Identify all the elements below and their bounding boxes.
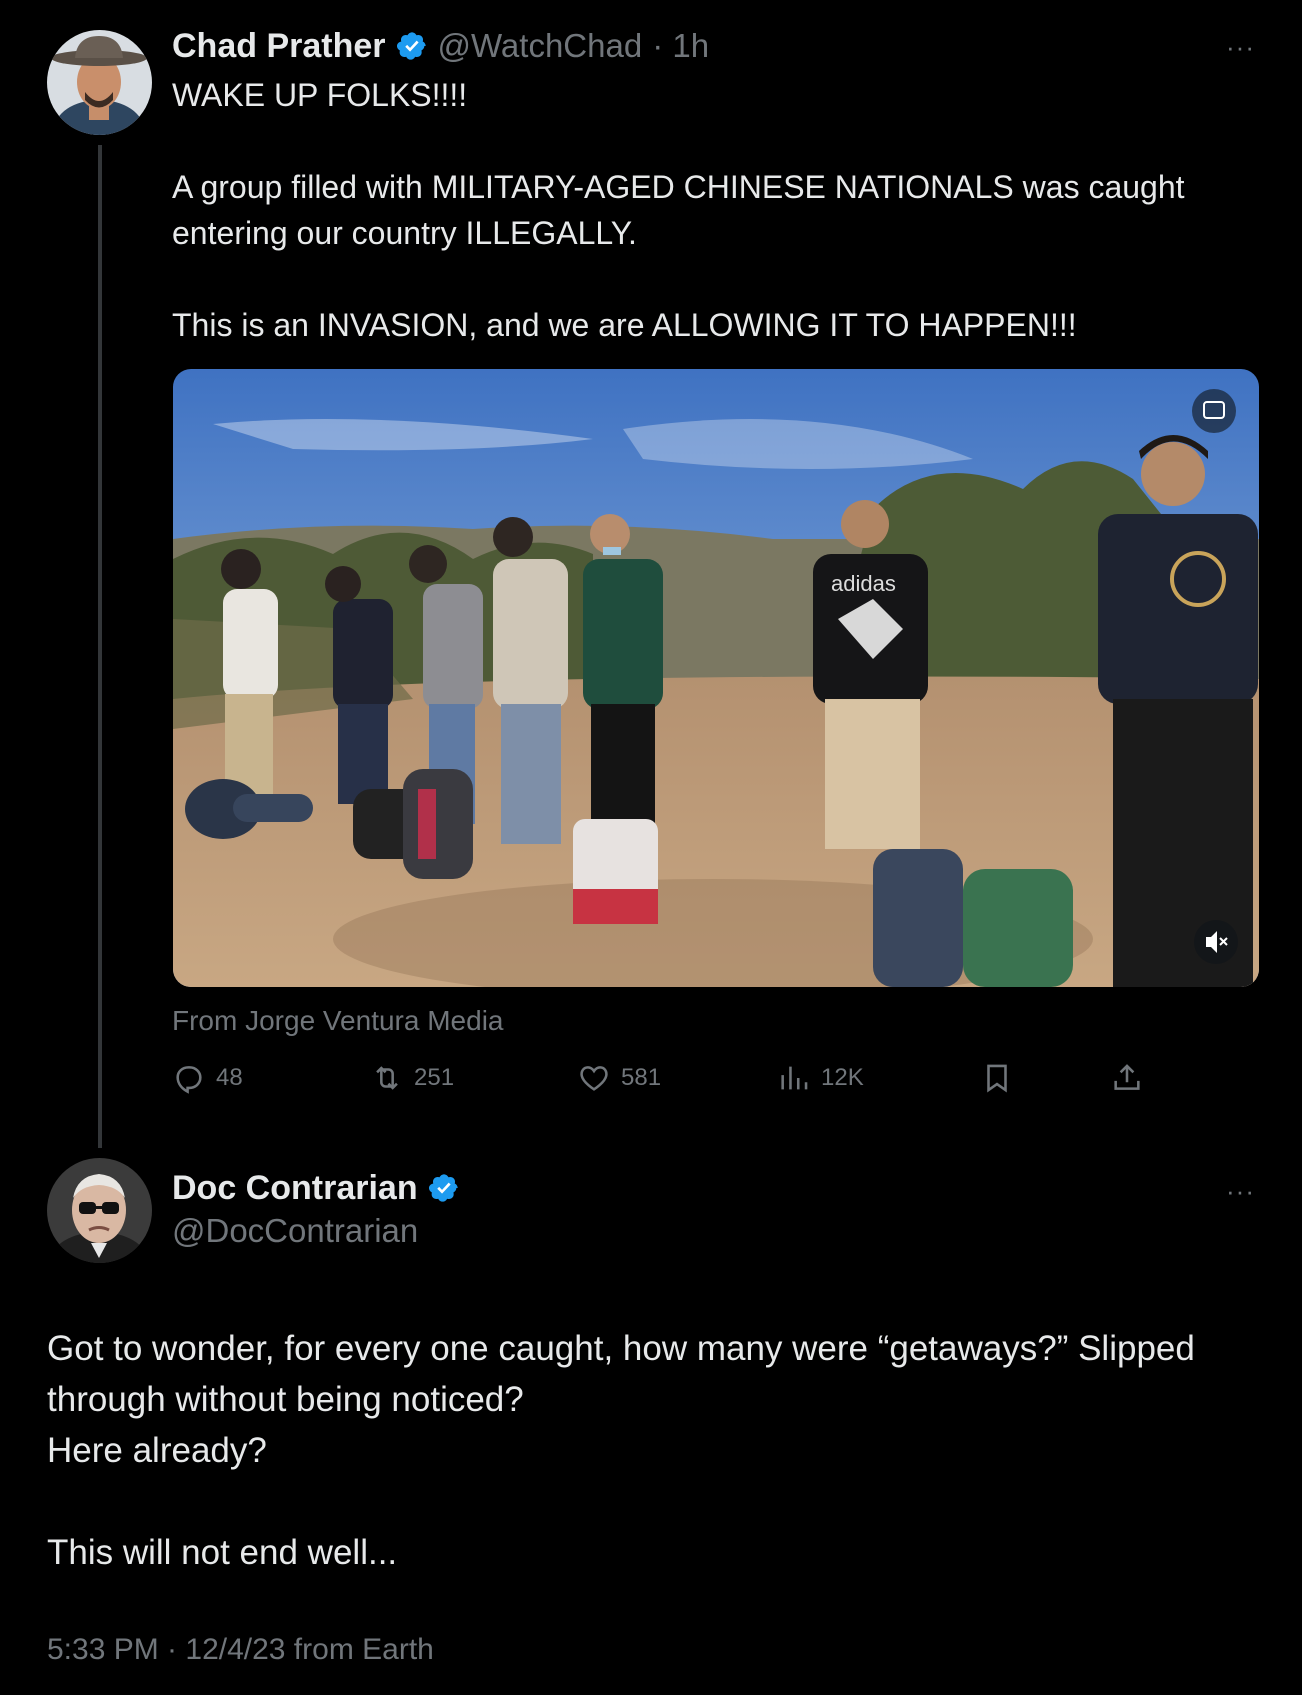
author-name[interactable]: Chad Prather bbox=[172, 27, 386, 66]
share-icon bbox=[1114, 1064, 1140, 1090]
author-name[interactable]: Doc Contrarian bbox=[172, 1169, 418, 1208]
bookmark-button[interactable] bbox=[980, 1061, 1014, 1095]
verified-badge-icon bbox=[396, 32, 426, 60]
repost-count: 251 bbox=[414, 1064, 455, 1091]
bookmark-icon bbox=[987, 1064, 1007, 1093]
tweet-text: WAKE UP FOLKS!!!! A group filled with MI… bbox=[172, 77, 1185, 343]
tweet-text: Got to wonder, for every one caught, how… bbox=[47, 1329, 1195, 1572]
media-source[interactable]: From Jorge Ventura Media bbox=[172, 1005, 504, 1037]
more-options-icon[interactable]: ··· bbox=[1226, 32, 1255, 63]
tweet-header: Doc Contrarian bbox=[172, 1166, 460, 1210]
repost-icon bbox=[376, 1066, 398, 1090]
repost-button[interactable]: 251 bbox=[370, 1061, 454, 1095]
views-count: 12K bbox=[821, 1064, 864, 1091]
more-options-icon[interactable]: ··· bbox=[1226, 1176, 1255, 1207]
views-icon bbox=[781, 1066, 808, 1090]
like-icon bbox=[580, 1066, 608, 1091]
video-player[interactable]: adidas bbox=[173, 369, 1259, 987]
reply-icon bbox=[176, 1066, 202, 1094]
reply-button[interactable]: 48 bbox=[172, 1061, 243, 1095]
like-button[interactable]: 581 bbox=[577, 1061, 661, 1095]
tweet-header: Chad Prather @WatchChad · 1h bbox=[172, 24, 709, 68]
author-handle[interactable]: @WatchChad bbox=[438, 27, 643, 65]
thread-line bbox=[98, 145, 102, 1148]
post-timestamp[interactable]: 5:33 PM · 12/4/23 from Earth bbox=[47, 1633, 434, 1667]
captions-icon[interactable] bbox=[1192, 389, 1236, 433]
avatar[interactable] bbox=[47, 1158, 152, 1263]
views-button[interactable]: 12K bbox=[777, 1061, 864, 1095]
post-time[interactable]: · 1h bbox=[652, 27, 709, 65]
reply-count: 48 bbox=[216, 1064, 243, 1091]
shirt-logo-text: adidas bbox=[831, 571, 896, 596]
verified-badge-icon bbox=[428, 1174, 458, 1202]
video-frame: adidas bbox=[173, 369, 1259, 987]
author-handle[interactable]: @DocContrarian bbox=[172, 1212, 418, 1250]
share-button[interactable] bbox=[1110, 1061, 1144, 1095]
like-count: 581 bbox=[621, 1064, 662, 1091]
avatar[interactable] bbox=[47, 30, 152, 135]
